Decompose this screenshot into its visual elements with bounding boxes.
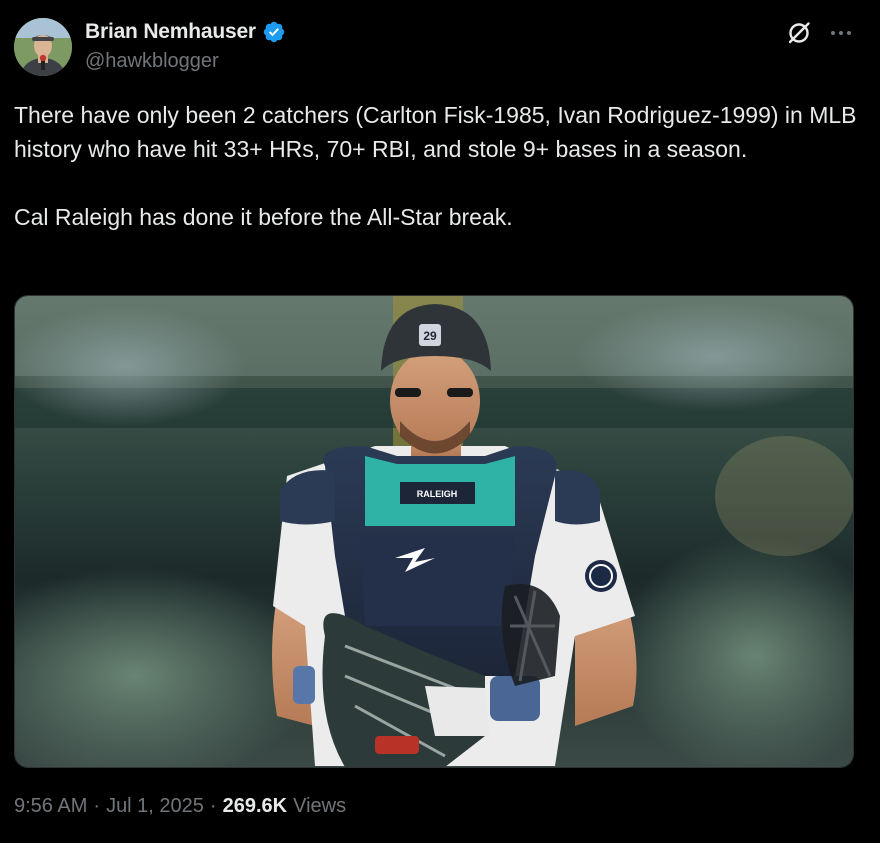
tweet-meta: 9:56 AM · Jul 1, 2025 · 269.6K Views xyxy=(14,795,346,818)
tweet-media-photo[interactable]: RALEIGH 29 xyxy=(14,295,854,768)
grok-icon[interactable] xyxy=(786,20,812,46)
more-icon[interactable] xyxy=(830,29,852,37)
verified-badge-icon xyxy=(262,20,286,44)
tweet-time[interactable]: 9:56 AM xyxy=(14,795,87,818)
author-handle[interactable]: @hawkblogger xyxy=(85,50,219,73)
views-count[interactable]: 269.6K xyxy=(223,795,288,818)
views-label[interactable]: Views xyxy=(293,795,346,818)
helmet-number-text: 29 xyxy=(423,329,437,343)
jersey-name-text: RALEIGH xyxy=(417,489,458,499)
meta-separator: · xyxy=(209,795,217,817)
meta-separator: · xyxy=(93,795,101,817)
tweet-card: Brian Nemhauser @hawkblogger There have … xyxy=(0,0,880,843)
author-display-name[interactable]: Brian Nemhauser xyxy=(85,20,256,44)
author-avatar[interactable] xyxy=(14,18,72,76)
tweet-text: There have only been 2 catchers (Carlton… xyxy=(14,102,857,230)
author-name-row: Brian Nemhauser xyxy=(85,20,286,44)
tweet-date[interactable]: Jul 1, 2025 xyxy=(106,795,204,818)
tweet-top-actions xyxy=(786,20,852,46)
